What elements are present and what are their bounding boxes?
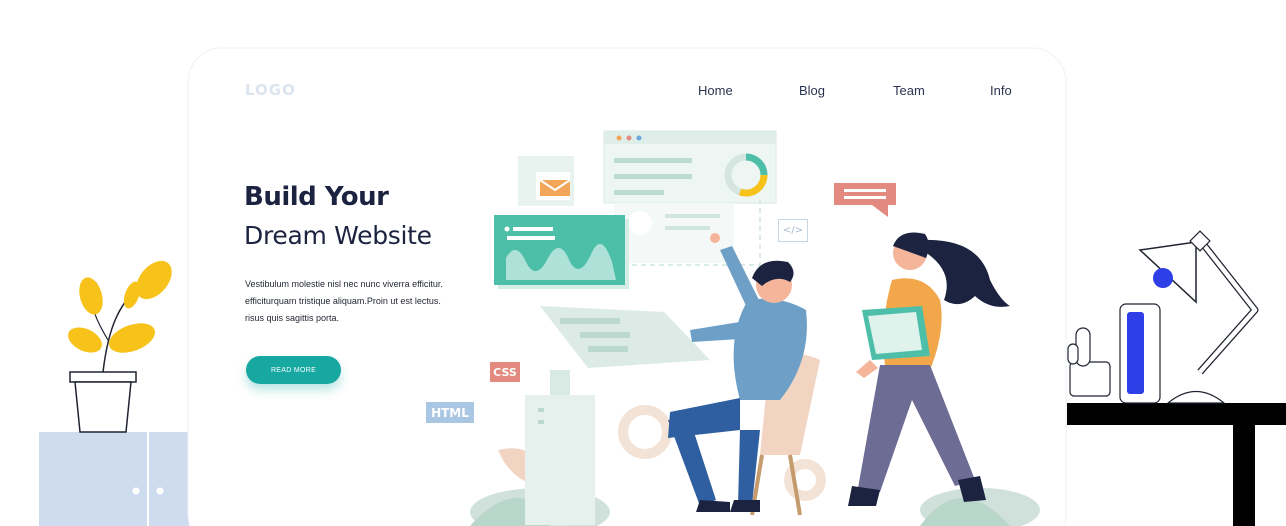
decor-layer <box>39 47 1286 526</box>
browser-mockup-icon <box>603 130 777 204</box>
plant-icon <box>68 260 172 433</box>
hero-subtitle: Dream Website <box>244 221 432 250</box>
html-tag: HTML <box>426 402 474 423</box>
logo[interactable]: LOGO <box>245 81 296 99</box>
hero-description: Vestibulum molestie nisl nec nunc viverr… <box>245 276 460 327</box>
desk-icon <box>1067 230 1286 526</box>
hero-description-line: risus quis sagittis porta. <box>245 313 340 323</box>
nav-info-link[interactable]: Info <box>990 83 1012 98</box>
landing-scene: LOGO Home Blog Team Info Build Your Drea… <box>0 0 1286 526</box>
hero-description-line: efficiturquam tristique aliquam.Proin ut… <box>245 296 441 306</box>
cabinet-icon <box>39 432 189 526</box>
chart-panel-icon <box>494 215 629 289</box>
code-tag-icon: </> <box>778 219 808 242</box>
css-tag: CSS <box>490 362 520 382</box>
read-more-button[interactable]: READ MORE <box>246 356 341 384</box>
hero-title: Build Your <box>244 182 389 212</box>
hero-description-line: Vestibulum molestie nisl nec nunc viverr… <box>245 279 443 289</box>
nav-home-link[interactable]: Home <box>698 83 733 98</box>
nav-blog-link[interactable]: Blog <box>799 83 825 98</box>
nav-team-link[interactable]: Team <box>893 83 925 98</box>
